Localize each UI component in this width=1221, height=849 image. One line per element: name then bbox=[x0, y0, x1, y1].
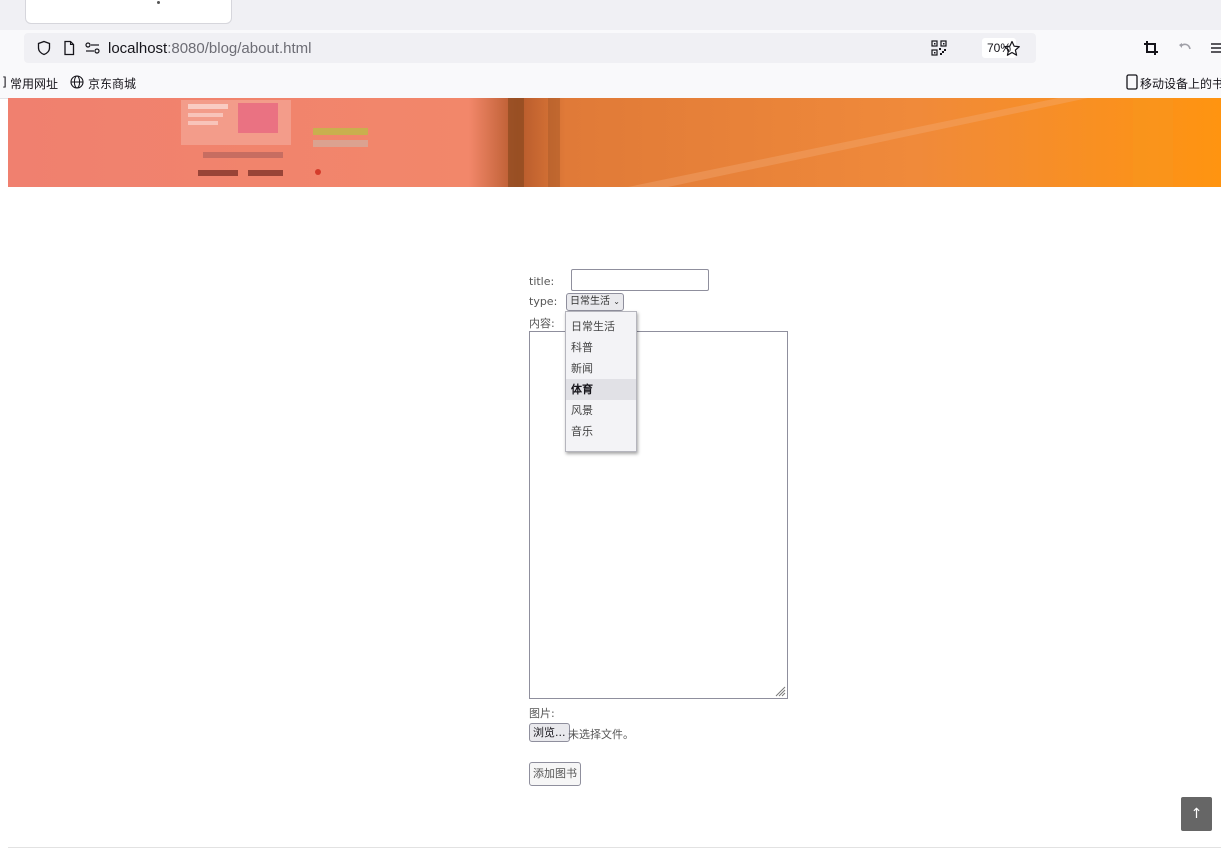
image-label: 图片: bbox=[529, 707, 555, 720]
dropdown-option[interactable]: 日常生活 bbox=[566, 316, 636, 337]
bookmark-star-icon[interactable] bbox=[1003, 40, 1021, 57]
bookmark-common-sites[interactable]: 常用网址 bbox=[10, 75, 58, 92]
footer-divider bbox=[8, 847, 1221, 848]
menu-icon[interactable] bbox=[1211, 41, 1221, 55]
dropdown-option[interactable]: 风景 bbox=[566, 400, 636, 421]
resize-grip-icon[interactable] bbox=[774, 685, 786, 697]
add-book-button[interactable]: 添加图书 bbox=[529, 762, 581, 786]
screenshot-crop-icon[interactable] bbox=[1143, 40, 1159, 56]
type-select-value: 日常生活 bbox=[570, 296, 610, 307]
type-select[interactable]: 日常生活 ⌄ bbox=[566, 293, 624, 311]
tab-strip bbox=[0, 0, 1221, 30]
bookmarks-toolbar: ] 常用网址 京东商城 移动设备上的书签 bbox=[0, 66, 1221, 99]
dropdown-option[interactable]: 音乐 bbox=[566, 421, 636, 442]
url-path: :8080/blog/about.html bbox=[167, 40, 312, 57]
permissions-icon[interactable] bbox=[84, 40, 102, 56]
url-text[interactable]: localhost:8080/blog/about.html bbox=[108, 40, 311, 57]
dropdown-option[interactable]: 新闻 bbox=[566, 358, 636, 379]
mobile-device-icon bbox=[1126, 74, 1138, 90]
navigation-toolbar: localhost:8080/blog/about.html 70% bbox=[0, 30, 1221, 66]
back-to-top-button[interactable]: ↑ bbox=[1181, 797, 1212, 831]
browse-file-button[interactable]: 浏览... bbox=[529, 723, 570, 742]
url-host: localhost bbox=[108, 40, 168, 57]
chevron-down-icon: ⌄ bbox=[613, 297, 620, 306]
bookmark-cutoff-glyph: ] bbox=[2, 75, 7, 89]
type-label: type: bbox=[529, 295, 558, 308]
banner-image bbox=[8, 98, 1221, 187]
address-bar[interactable]: localhost:8080/blog/about.html 70% bbox=[24, 33, 1036, 63]
header-banner bbox=[8, 98, 1221, 187]
globe-icon bbox=[70, 75, 84, 89]
dropdown-option[interactable]: 科普 bbox=[566, 337, 636, 358]
qr-code-icon[interactable] bbox=[931, 40, 947, 56]
tab-title-fragment bbox=[157, 1, 160, 4]
no-file-text: 未选择文件。 bbox=[568, 728, 634, 741]
mobile-bookmarks[interactable]: 移动设备上的书签 bbox=[1140, 75, 1221, 92]
content-label: 内容: bbox=[529, 317, 555, 330]
title-label: title: bbox=[529, 275, 555, 288]
bookmark-jd-mall[interactable]: 京东商城 bbox=[88, 75, 136, 92]
dropdown-option-hovered[interactable]: 体育 bbox=[566, 379, 636, 400]
title-input[interactable] bbox=[571, 269, 709, 291]
active-tab[interactable] bbox=[25, 0, 232, 24]
undo-arrow-icon[interactable] bbox=[1178, 41, 1192, 55]
shield-icon[interactable] bbox=[36, 40, 52, 56]
page-info-icon[interactable] bbox=[61, 40, 77, 56]
type-dropdown-list: 日常生活 科普 新闻 体育 风景 音乐 bbox=[565, 311, 637, 452]
